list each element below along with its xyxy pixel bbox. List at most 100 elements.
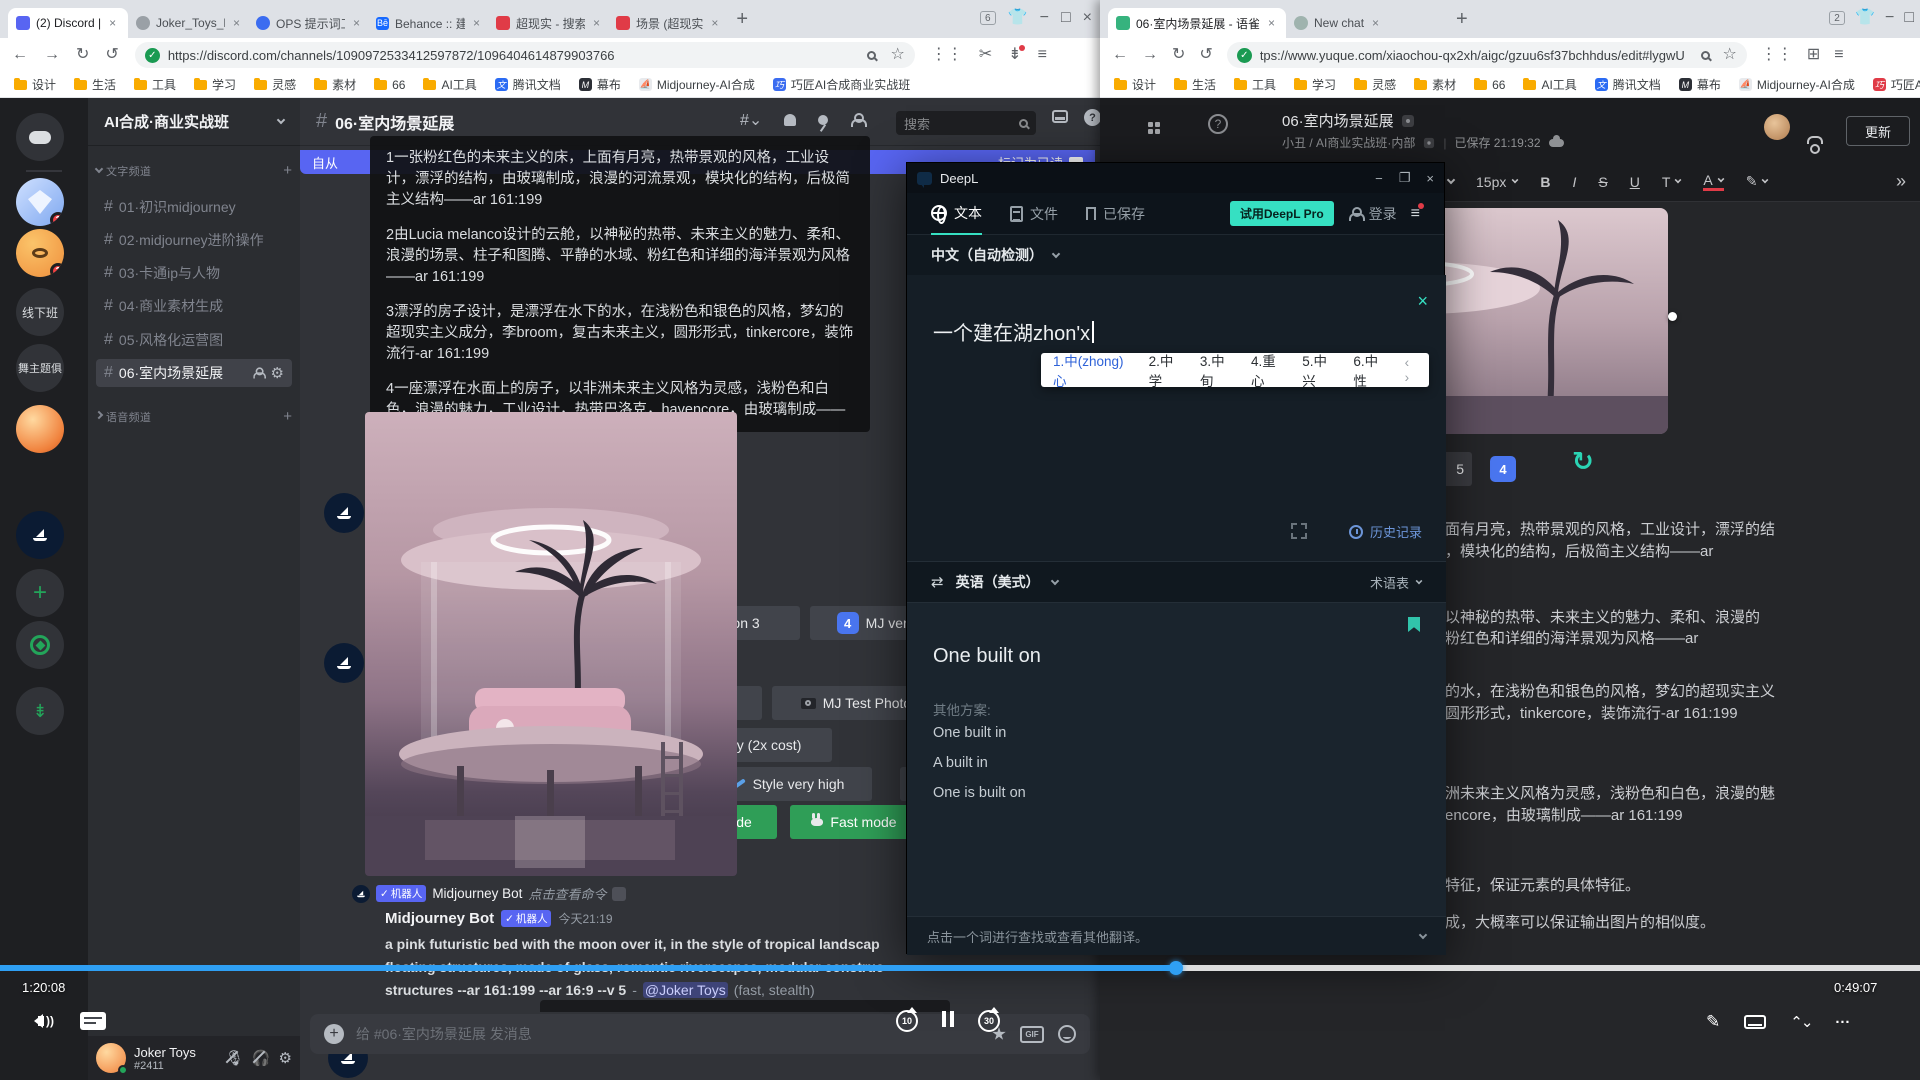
gif-picker-icon[interactable]: GIF (1020, 1026, 1044, 1043)
more-menu-icon[interactable]: ⋮⋮ (1761, 47, 1793, 63)
restore-button[interactable]: ❐ (1399, 170, 1411, 186)
collaborator-avatar[interactable] (1764, 114, 1790, 140)
tab-text[interactable]: 文本 (931, 193, 982, 235)
bookmark-folder[interactable]: AI工具 (423, 76, 476, 93)
alternative-option[interactable]: One built in (933, 725, 1006, 741)
tab-close-icon[interactable]: × (109, 16, 116, 30)
bookmark-folder[interactable]: 学习 (1294, 76, 1336, 93)
bookmark-folder[interactable]: 素材 (314, 76, 356, 93)
bookmark-tencent-docs[interactable]: 文腾讯文档 (495, 76, 561, 93)
server-icon-offline-class[interactable]: 线下班 (16, 288, 64, 336)
server-icon-gem[interactable]: 1 (16, 178, 64, 226)
video-progress-track[interactable] (0, 965, 1920, 971)
tab-ops[interactable]: OPS 提示词工作× (248, 8, 368, 38)
bookmark-mubu[interactable]: M幕布 (579, 76, 621, 93)
close-button[interactable]: × (1426, 171, 1434, 186)
bookmark-folder[interactable]: 设计 (1114, 76, 1156, 93)
reply-context-bar[interactable]: ✓机器人 Midjourney Bot 点击查看命令 (352, 884, 626, 903)
extension-count-badge[interactable]: 2 (1829, 11, 1845, 25)
reload-icon[interactable]: ↻ (76, 47, 89, 63)
sidebar-channel-06-active[interactable]: #06·室内场景延展 ⚙ (96, 359, 292, 387)
emoji-picker-icon[interactable] (1058, 1025, 1076, 1043)
tab-saved[interactable]: 已保存 (1086, 204, 1145, 224)
tab-close-icon[interactable]: × (1372, 16, 1379, 30)
ime-candidate-bar[interactable]: 1.中(zhong)心 2.中学 3.中旬 4.重心 5.中兴 6.中性 ‹ › (1041, 353, 1429, 387)
font-size-select[interactable]: 15px (1476, 174, 1518, 190)
tab-close-icon[interactable]: × (233, 16, 240, 30)
bookmark-midjourney[interactable]: ⛵Midjourney-AI合成 (1739, 76, 1855, 93)
bookmark-folder[interactable]: 灵感 (1354, 76, 1396, 93)
bookmark-tencent-docs[interactable]: 文腾讯文档 (1595, 76, 1661, 93)
volume-icon[interactable]: )) (38, 1014, 54, 1028)
zoom-icon[interactable] (1701, 51, 1710, 60)
forward-icon[interactable]: → (44, 47, 60, 63)
maximize-button[interactable]: □ (1904, 10, 1914, 26)
back-icon[interactable]: ← (1112, 47, 1128, 63)
translation-result[interactable]: One built on (933, 645, 1041, 668)
bot-avatar[interactable] (324, 493, 364, 533)
toolbar-more-button[interactable]: » (1896, 171, 1906, 192)
clear-input-icon[interactable]: × (1417, 291, 1428, 312)
outline-grid-icon[interactable] (1148, 122, 1160, 134)
scissors-icon[interactable]: ✂ (979, 47, 992, 63)
source-input-text[interactable]: 一个建在湖zhon'x (933, 317, 1090, 346)
next-image-sliver[interactable] (540, 1000, 950, 1012)
download-apps-button[interactable]: ⇟ (16, 687, 64, 735)
minimize-button[interactable]: − (1885, 10, 1894, 26)
video-progress-handle[interactable] (1169, 961, 1183, 975)
pinned-messages-icon[interactable] (818, 115, 828, 125)
chevron-down-icon[interactable] (1419, 930, 1427, 938)
ime-candidate[interactable]: 2.中学 (1149, 350, 1186, 390)
bookmark-folder[interactable]: AI工具 (1523, 76, 1576, 93)
deepl-titlebar[interactable]: DeepL − ❐ × (907, 163, 1444, 193)
pencil-annotate-icon[interactable]: ✎ (1706, 1012, 1720, 1032)
help-icon[interactable]: ? (1084, 109, 1100, 126)
explore-servers-button[interactable] (16, 621, 64, 669)
tab-close-icon[interactable]: × (593, 16, 600, 30)
tab-xhs-search[interactable]: 超现实 - 搜索结× (488, 8, 608, 38)
close-button[interactable]: × (1083, 10, 1092, 26)
target-language-bar[interactable]: ⇄ 英语（美式） 术语表 (907, 561, 1446, 603)
left-address-bar[interactable]: ✓ https://discord.com/channels/109097253… (135, 42, 915, 68)
strikethrough-button[interactable]: S (1598, 174, 1607, 190)
minimize-button[interactable]: − (1040, 10, 1049, 26)
reload-icon[interactable]: ↻ (1172, 47, 1185, 63)
attach-plus-icon[interactable]: + (324, 1024, 344, 1044)
underline-button[interactable]: U (1630, 174, 1640, 190)
bookmark-folder[interactable]: 素材 (1414, 76, 1456, 93)
more-menu-icon[interactable]: ⋮⋮ (931, 47, 963, 63)
user-panel[interactable]: Joker Toys #2411 🎙 🎧 ⚙ (88, 1036, 300, 1080)
add-channel-icon[interactable]: + (283, 162, 292, 179)
sidebar-channel-05[interactable]: #05·风格化运营图 (96, 326, 292, 354)
tab-close-icon[interactable]: × (711, 16, 718, 30)
threads-icon[interactable]: #⌄ (740, 110, 762, 130)
tab-new-chat[interactable]: New chat× (1286, 8, 1446, 38)
doc-title[interactable]: 06·室内场景延展 (1282, 110, 1394, 131)
add-channel-icon[interactable]: + (283, 408, 292, 425)
font-color-button[interactable]: A (1703, 172, 1723, 191)
bookmark-folder[interactable]: 工具 (134, 76, 176, 93)
forward-icon[interactable]: → (1142, 47, 1158, 63)
new-tab-button[interactable]: + (1456, 9, 1468, 29)
profile-icon[interactable]: 👕 (1855, 10, 1875, 26)
italic-button[interactable]: I (1572, 174, 1576, 190)
right-address-bar[interactable]: ✓ tps://www.yuque.com/xiaochou-qx2xh/aig… (1227, 42, 1747, 68)
ocr-select-icon[interactable] (1291, 523, 1307, 539)
keyboard-shortcuts-icon[interactable] (1744, 1015, 1766, 1029)
tab-yuque[interactable]: 06·室内场景延展 - 语雀× (1108, 8, 1286, 38)
message-author[interactable]: Midjourney Bot (385, 910, 494, 927)
voice-category[interactable]: 语音频道 + (96, 408, 292, 425)
member-list-icon[interactable] (850, 113, 864, 127)
bookmark-mubu[interactable]: M幕布 (1679, 76, 1721, 93)
highlight-pen-button[interactable]: ✎ (1746, 173, 1769, 190)
bookmark-folder[interactable]: 生活 (1174, 76, 1216, 93)
download-icon[interactable]: ⇟ (1008, 47, 1021, 63)
login-button[interactable]: 登录 (1348, 204, 1397, 224)
deafen-icon[interactable]: 🎧 (252, 1049, 271, 1067)
bot-name[interactable]: Midjourney Bot (432, 886, 522, 901)
bookmark-star-icon[interactable]: ☆ (890, 47, 904, 63)
bookmark-folder[interactable]: 66 (1474, 78, 1505, 92)
help-circle-icon[interactable]: ? (1208, 114, 1228, 134)
source-text-panel[interactable]: × 一个建在湖zhon'x 1.中(zhong)心 2.中学 3.中旬 4.重心… (907, 275, 1446, 561)
search-input[interactable]: 搜索 (896, 111, 1036, 135)
